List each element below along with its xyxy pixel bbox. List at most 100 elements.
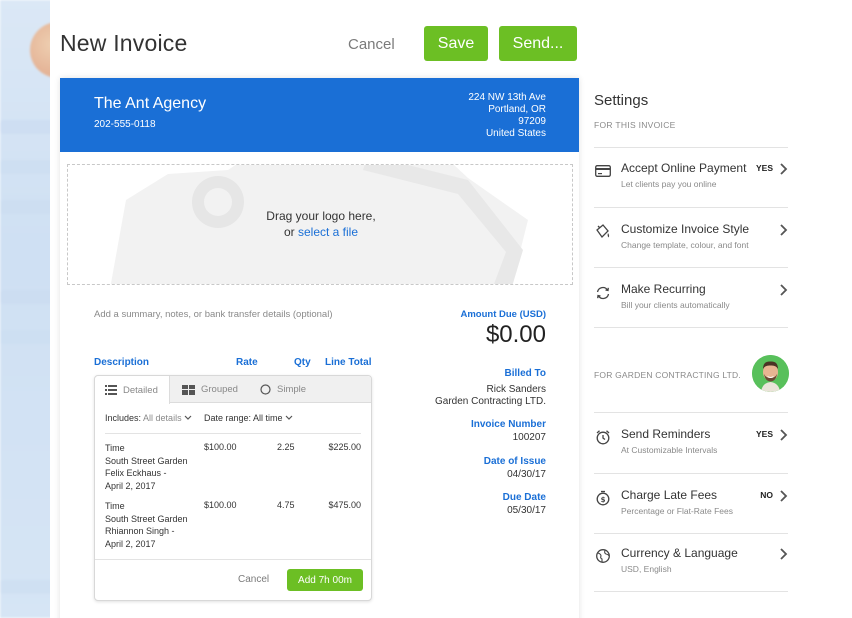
setting-title: Currency & Language [621, 546, 738, 560]
entry-rate: $100.00 [204, 442, 237, 452]
entry-total: $225.00 [328, 442, 361, 452]
entry-date: April 2, 2017 [105, 538, 156, 549]
chevron-right-icon [780, 224, 788, 236]
date-range-value: All time [253, 413, 283, 423]
company-phone[interactable]: 202-555-0118 [94, 119, 156, 130]
chevron-right-icon [780, 548, 788, 560]
setting-make-recurring[interactable]: Make Recurring Bill your clients automat… [594, 282, 788, 328]
cancel-button[interactable]: Cancel [336, 34, 407, 55]
due-date-value: 05/30/17 [507, 504, 546, 516]
setting-desc: Percentage or Flat-Rate Fees [621, 506, 733, 516]
setting-value: NO [760, 490, 773, 500]
amount-due-value: $0.00 [485, 321, 546, 348]
entry-rate: $100.00 [204, 500, 237, 510]
invoice-number-label: Invoice Number [470, 419, 546, 430]
billed-to-name: Rick Sanders [486, 383, 546, 395]
settings-section-label: FOR THIS INVOICE [594, 120, 676, 130]
address-zip[interactable]: 97209 [518, 116, 546, 128]
setting-desc: Change template, colour, and font [621, 240, 749, 250]
setting-title: Send Reminders [621, 427, 711, 441]
setting-accept-online-payment[interactable]: Accept Online Payment Let clients pay yo… [594, 161, 788, 208]
address-city[interactable]: Portland, OR [488, 104, 546, 116]
setting-value: YES [755, 429, 773, 439]
logo-dropzone[interactable]: Drag your logo here, or select a file [67, 164, 573, 285]
svg-text:$: $ [601, 496, 606, 504]
date-range-filter[interactable]: Date range: All time [204, 413, 293, 423]
entry-qty: 2.25 [277, 442, 295, 452]
date-of-issue-label: Date of Issue [483, 456, 546, 467]
setting-title: Charge Late Fees [621, 488, 718, 502]
address-country[interactable]: United States [486, 128, 546, 140]
column-description: Description [94, 357, 150, 368]
late-fee-icon: $ [594, 489, 612, 507]
setting-title: Accept Online Payment [621, 161, 747, 175]
client-section-label: FOR GARDEN CONTRACTING LTD. [594, 370, 741, 380]
select-file-link[interactable]: select a file [298, 225, 358, 239]
setting-send-reminders[interactable]: Send Reminders At Customizable Intervals… [594, 427, 788, 474]
setting-title: Customize Invoice Style [621, 222, 750, 236]
settings-title: Settings [594, 92, 649, 109]
invoice-card: The Ant Agency 202-555-0118 224 NW 13th … [60, 78, 579, 618]
due-date[interactable]: Due Date 05/30/17 [503, 492, 546, 517]
summary-input[interactable]: Add a summary, notes, or bank transfer d… [94, 309, 333, 320]
add-time-button[interactable]: Add 7h 00m [287, 569, 363, 591]
due-date-label: Due Date [502, 492, 546, 503]
chevron-down-icon [285, 413, 293, 423]
tab-detailed-label: Detailed [123, 384, 158, 396]
globe-icon [594, 547, 612, 565]
chevron-right-icon [780, 490, 788, 502]
amount-due-label: Amount Due (USD) [460, 309, 547, 320]
chevron-right-icon [780, 284, 788, 296]
save-button[interactable]: Save [424, 26, 488, 61]
tab-grouped[interactable]: Grouped [182, 376, 238, 403]
tab-detailed[interactable]: Detailed [95, 376, 170, 404]
address-street[interactable]: 224 NW 13th Ave [468, 92, 546, 104]
invoice-header: The Ant Agency 202-555-0118 224 NW 13th … [60, 78, 579, 152]
paint-bucket-icon [594, 223, 612, 241]
date-range-label: Date range: [204, 413, 252, 423]
setting-customize-invoice-style[interactable]: Customize Invoice Style Change template,… [594, 222, 788, 268]
panel-cancel-button[interactable]: Cancel [238, 574, 269, 585]
setting-desc: USD, English [621, 564, 672, 574]
page-title: New Invoice [60, 30, 188, 56]
send-button[interactable]: Send... [499, 26, 577, 61]
alarm-clock-icon [594, 428, 612, 446]
setting-value: YES [755, 163, 773, 173]
invoice-number[interactable]: Invoice Number 100207 [471, 419, 546, 444]
divider [594, 412, 788, 413]
time-entry-description[interactable]: Time South Street Garden Felix Eckhaus -… [105, 442, 188, 492]
setting-desc: Bill your clients automatically [621, 300, 730, 310]
billed-to-label: Billed To [504, 368, 546, 379]
list-icon [105, 385, 117, 395]
company-name[interactable]: The Ant Agency [94, 95, 206, 113]
chevron-down-icon [184, 413, 192, 423]
tab-simple[interactable]: Simple [260, 376, 306, 403]
setting-desc: Let clients pay you online [621, 179, 717, 189]
setting-currency-language[interactable]: Currency & Language USD, English [594, 546, 788, 592]
entry-type: Time [105, 501, 125, 511]
billed-to-company: Garden Contracting LTD. [435, 396, 546, 407]
setting-charge-late-fees[interactable]: $ Charge Late Fees Percentage or Flat-Ra… [594, 488, 788, 534]
tab-simple-label: Simple [277, 384, 307, 395]
circle-icon [260, 384, 271, 395]
entry-qty: 4.75 [277, 500, 295, 510]
column-rate: Rate [236, 357, 258, 368]
date-of-issue-value: 04/30/17 [507, 468, 546, 480]
date-of-issue[interactable]: Date of Issue 04/30/17 [484, 456, 546, 481]
column-qty: Qty [294, 357, 311, 368]
chevron-right-icon [780, 429, 788, 441]
entry-project: South Street Garden [105, 455, 188, 466]
chevron-right-icon [780, 163, 788, 175]
divider [95, 559, 371, 560]
billed-to[interactable]: Billed To Rick Sanders Garden Contractin… [435, 368, 546, 409]
dropzone-line2: or select a file [68, 224, 572, 240]
entry-date: April 2, 2017 [105, 480, 156, 491]
includes-filter[interactable]: Includes: All details [105, 413, 192, 423]
entry-person: Rhiannon Singh - [105, 526, 175, 536]
entry-type: Time [105, 443, 125, 453]
entry-total: $475.00 [328, 500, 361, 510]
client-avatar[interactable] [752, 355, 789, 392]
grid-icon [182, 384, 195, 395]
time-entry-description[interactable]: Time South Street Garden Rhiannon Singh … [105, 500, 188, 550]
credit-card-icon [594, 162, 612, 180]
